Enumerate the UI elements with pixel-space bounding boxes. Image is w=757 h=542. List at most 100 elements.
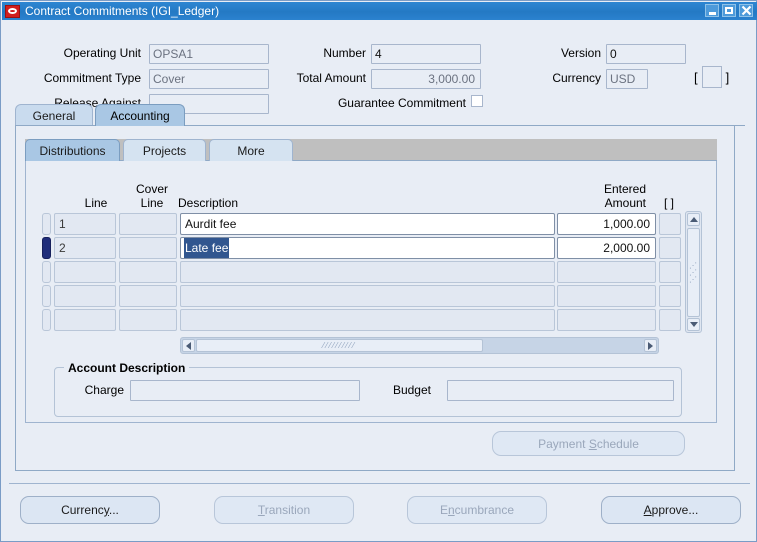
charge-field[interactable] bbox=[130, 380, 360, 401]
transition-button[interactable]: Transition bbox=[214, 496, 354, 524]
title-bar[interactable]: Contract Commitments (IGI_Ledger) bbox=[2, 2, 757, 20]
grid-horizontal-scrollbar[interactable]: ⁄⁄⁄⁄⁄⁄⁄⁄⁄⁄ bbox=[180, 337, 659, 354]
account-description-title: Account Description bbox=[64, 361, 190, 375]
total-amount-field: 3,000.00 bbox=[371, 69, 481, 89]
tab-more[interactable]: More bbox=[209, 139, 293, 161]
row-selector[interactable] bbox=[42, 213, 51, 235]
oracle-logo-icon bbox=[5, 4, 20, 18]
charge-label: Charge bbox=[84, 383, 124, 397]
cell-description[interactable] bbox=[180, 261, 555, 283]
version-label: Version bbox=[560, 46, 601, 60]
cell-line[interactable]: 2 bbox=[54, 237, 116, 259]
cell-flexfield[interactable] bbox=[659, 309, 681, 331]
cell-cover-line[interactable] bbox=[119, 213, 177, 235]
row-selector[interactable] bbox=[42, 309, 51, 331]
close-icon[interactable] bbox=[739, 4, 753, 17]
cell-amount[interactable] bbox=[557, 309, 656, 331]
scrollbar-grip-icon: ⋰ ⋰ ⋰ bbox=[689, 261, 698, 284]
column-header-line: Line bbox=[84, 196, 108, 210]
number-label: Number bbox=[323, 46, 366, 60]
encumbrance-button-label: Encumbrance bbox=[439, 503, 515, 517]
column-header-cover-line-2: Line bbox=[140, 196, 164, 210]
maximize-icon[interactable] bbox=[722, 4, 736, 17]
scrollbar-grip-icon: ⁄⁄⁄⁄⁄⁄⁄⁄⁄⁄ bbox=[322, 341, 357, 350]
encumbrance-button[interactable]: Encumbrance bbox=[407, 496, 547, 524]
approve-button[interactable]: Approve... bbox=[601, 496, 741, 524]
scroll-right-icon[interactable] bbox=[644, 339, 657, 352]
vertical-scrollbar-thumb[interactable]: ⋰ ⋰ ⋰ bbox=[687, 228, 700, 317]
header-descriptive-flexfield[interactable]: [ ] bbox=[694, 66, 729, 88]
operating-unit-label: Operating Unit bbox=[63, 46, 141, 60]
tab-distributions[interactable]: Distributions bbox=[25, 139, 120, 161]
cell-amount[interactable]: 2,000.00 bbox=[557, 237, 656, 259]
cell-flexfield[interactable] bbox=[659, 261, 681, 283]
cell-cover-line[interactable] bbox=[119, 261, 177, 283]
payment-schedule-button-label: Payment Schedule bbox=[538, 436, 639, 451]
tab-general-label: General bbox=[32, 108, 76, 123]
cell-description[interactable]: Aurdit fee bbox=[180, 213, 555, 235]
cell-cover-line[interactable] bbox=[119, 237, 177, 259]
tab-accounting[interactable]: Accounting bbox=[95, 104, 185, 126]
currency-label: Currency bbox=[552, 71, 601, 85]
cell-description[interactable]: Late fee bbox=[180, 237, 555, 259]
cell-line[interactable] bbox=[54, 309, 116, 331]
header-fields: Operating Unit OPSA1 Commitment Type Cov… bbox=[1, 20, 757, 114]
scroll-down-icon[interactable] bbox=[687, 318, 700, 331]
currency-button[interactable]: Currency... bbox=[20, 496, 160, 524]
column-header-entered-1: Entered bbox=[603, 182, 646, 196]
cell-cover-line[interactable] bbox=[119, 309, 177, 331]
inner-tab-bar: Distributions Projects More bbox=[25, 139, 717, 161]
row-selector[interactable] bbox=[42, 237, 51, 259]
cell-cover-line[interactable] bbox=[119, 285, 177, 307]
contract-commitments-window: Contract Commitments (IGI_Ledger) Operat… bbox=[0, 0, 757, 542]
grid-flex-close: ] bbox=[670, 196, 675, 210]
cell-line[interactable] bbox=[54, 285, 116, 307]
dff-open-bracket: [ bbox=[694, 69, 698, 85]
currency-field[interactable]: USD bbox=[606, 69, 648, 89]
window-title: Contract Commitments (IGI_Ledger) bbox=[25, 4, 220, 18]
column-header-entered-2: Amount bbox=[604, 196, 646, 210]
scroll-up-icon[interactable] bbox=[687, 213, 700, 226]
tab-projects[interactable]: Projects bbox=[123, 139, 206, 161]
cell-amount[interactable] bbox=[557, 285, 656, 307]
cell-description[interactable] bbox=[180, 285, 555, 307]
column-header-flexfield: [ ] bbox=[654, 196, 684, 210]
cell-flexfield[interactable] bbox=[659, 213, 681, 235]
cell-line[interactable] bbox=[54, 261, 116, 283]
grid-vertical-scrollbar[interactable]: ⋰ ⋰ ⋰ bbox=[685, 211, 702, 333]
column-header-description: Description bbox=[178, 196, 239, 210]
tab-general[interactable]: General bbox=[15, 104, 93, 126]
window-controls bbox=[705, 4, 753, 17]
cell-flexfield[interactable] bbox=[659, 237, 681, 259]
total-amount-label: Total Amount bbox=[296, 71, 366, 85]
horizontal-scrollbar-thumb[interactable]: ⁄⁄⁄⁄⁄⁄⁄⁄⁄⁄ bbox=[196, 339, 483, 352]
tab-projects-label: Projects bbox=[142, 143, 187, 158]
cell-description[interactable] bbox=[180, 309, 555, 331]
cell-flexfield[interactable] bbox=[659, 285, 681, 307]
footer-divider bbox=[9, 483, 750, 484]
row-selector[interactable] bbox=[42, 261, 51, 283]
dff-close-bracket: ] bbox=[725, 69, 730, 85]
minimize-icon[interactable] bbox=[705, 4, 719, 17]
accounting-panel: Distributions Projects More Line Cover L… bbox=[15, 126, 735, 471]
cell-amount[interactable] bbox=[557, 261, 656, 283]
budget-field[interactable] bbox=[447, 380, 674, 401]
transition-button-label: Transition bbox=[257, 503, 311, 517]
version-field[interactable]: 0 bbox=[606, 44, 686, 64]
scroll-left-icon[interactable] bbox=[182, 339, 195, 352]
currency-button-label: Currency... bbox=[61, 503, 119, 517]
cell-line[interactable]: 1 bbox=[54, 213, 116, 235]
tab-distributions-label: Distributions bbox=[39, 143, 106, 158]
tab-more-label: More bbox=[237, 143, 265, 158]
dff-box[interactable] bbox=[701, 66, 722, 88]
number-field[interactable]: 4 bbox=[371, 44, 481, 64]
main-tabs: General Accounting bbox=[15, 104, 745, 126]
distributions-region: Line Cover Line Description Entered Amou… bbox=[25, 161, 717, 423]
cell-description-selected-text: Late fee bbox=[184, 238, 230, 258]
cell-amount[interactable]: 1,000.00 bbox=[557, 213, 656, 235]
payment-schedule-button[interactable]: Payment Schedule bbox=[492, 431, 685, 456]
row-selector[interactable] bbox=[42, 285, 51, 307]
budget-label: Budget bbox=[392, 383, 431, 397]
commitment-type-label: Commitment Type bbox=[43, 71, 141, 85]
grid-flex-open: [ bbox=[663, 196, 668, 210]
